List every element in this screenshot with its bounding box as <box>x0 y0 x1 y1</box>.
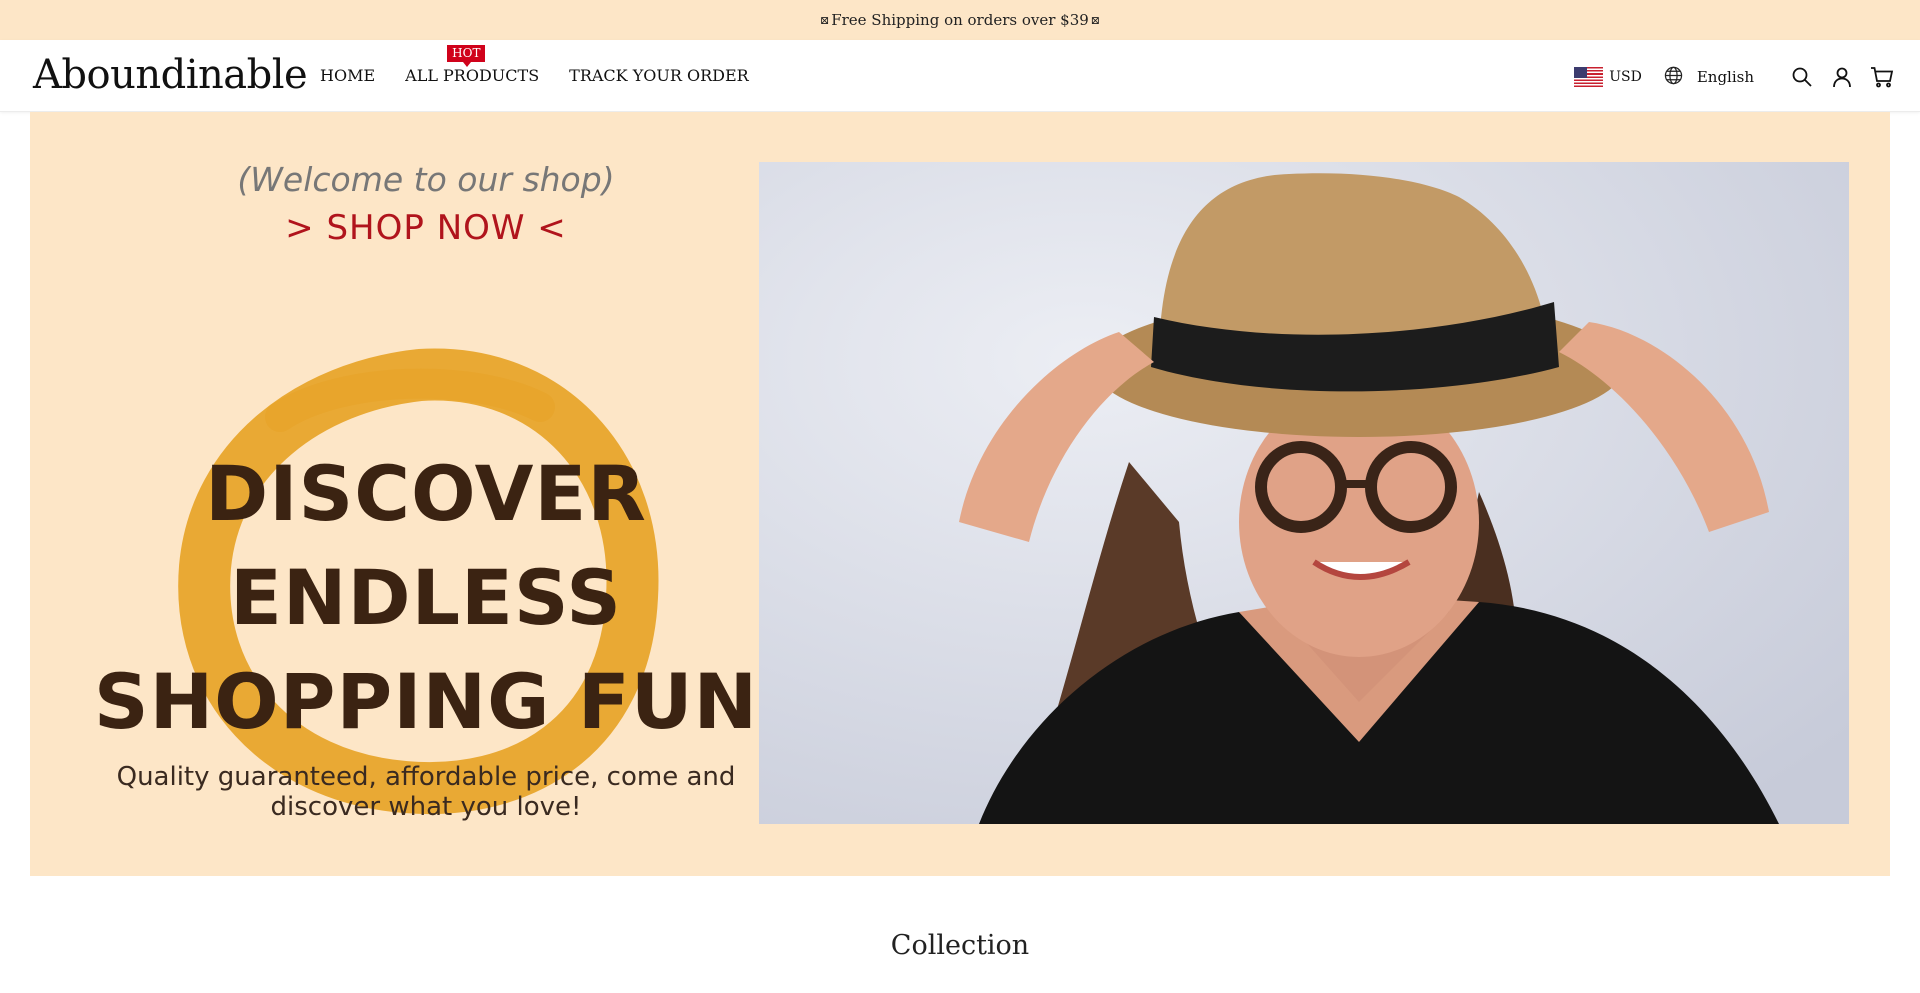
shop-now-link[interactable]: > SHOP NOW < <box>212 208 640 248</box>
main-nav: HOME HOT ALL PRODUCTS TRACK YOUR ORDER <box>320 45 749 85</box>
nav-track-order[interactable]: TRACK YOUR ORDER <box>569 66 749 85</box>
cart-icon[interactable] <box>1870 65 1894 89</box>
nav-all-products-label: ALL PRODUCTS <box>405 66 540 85</box>
announcement-marker-left: ⊠ <box>819 13 830 27</box>
hero-subtext: Quality guaranteed, affordable price, co… <box>70 762 782 822</box>
nav-all-products[interactable]: HOT ALL PRODUCTS <box>405 45 540 85</box>
headline-line-1: DISCOVER <box>205 449 647 538</box>
subtext-line-2: discover what you love! <box>270 792 582 822</box>
hero-headline: DISCOVER ENDLESS SHOPPING FUN <box>40 442 812 754</box>
announcement-marker-right: ⊠ <box>1090 13 1101 27</box>
hero-photo-woman-in-hat <box>759 162 1849 824</box>
language-selector[interactable]: English <box>1664 66 1754 89</box>
globe-icon <box>1664 66 1683 89</box>
user-icon[interactable] <box>1830 65 1854 89</box>
header-actions: USD English <box>1574 60 1894 94</box>
site-header: Aboundinable HOME HOT ALL PRODUCTS TRACK… <box>0 40 1920 112</box>
collection-heading: Collection <box>890 930 1030 961</box>
currency-label: USD <box>1609 69 1642 85</box>
hero-welcome-text: (Welcome to our shop) <box>237 160 615 199</box>
subtext-line-1: Quality guaranteed, affordable price, co… <box>116 762 736 792</box>
headline-line-2: ENDLESS <box>229 553 622 642</box>
announcement-bar: ⊠ Free Shipping on orders over $39 ⊠ <box>0 0 1920 40</box>
currency-selector[interactable]: USD <box>1574 67 1642 87</box>
announcement-text: Free Shipping on orders over $39 <box>831 11 1089 29</box>
nav-home[interactable]: HOME <box>320 66 375 85</box>
hot-badge: HOT <box>447 45 486 67</box>
site-logo[interactable]: Aboundinable <box>33 50 308 100</box>
hero-banner[interactable]: (Welcome to our shop) > SHOP NOW < DISCO… <box>30 112 1890 876</box>
headline-line-3: SHOPPING FUN <box>93 657 759 746</box>
language-label: English <box>1696 68 1754 86</box>
us-flag-icon <box>1574 67 1604 87</box>
search-icon[interactable] <box>1790 65 1814 89</box>
